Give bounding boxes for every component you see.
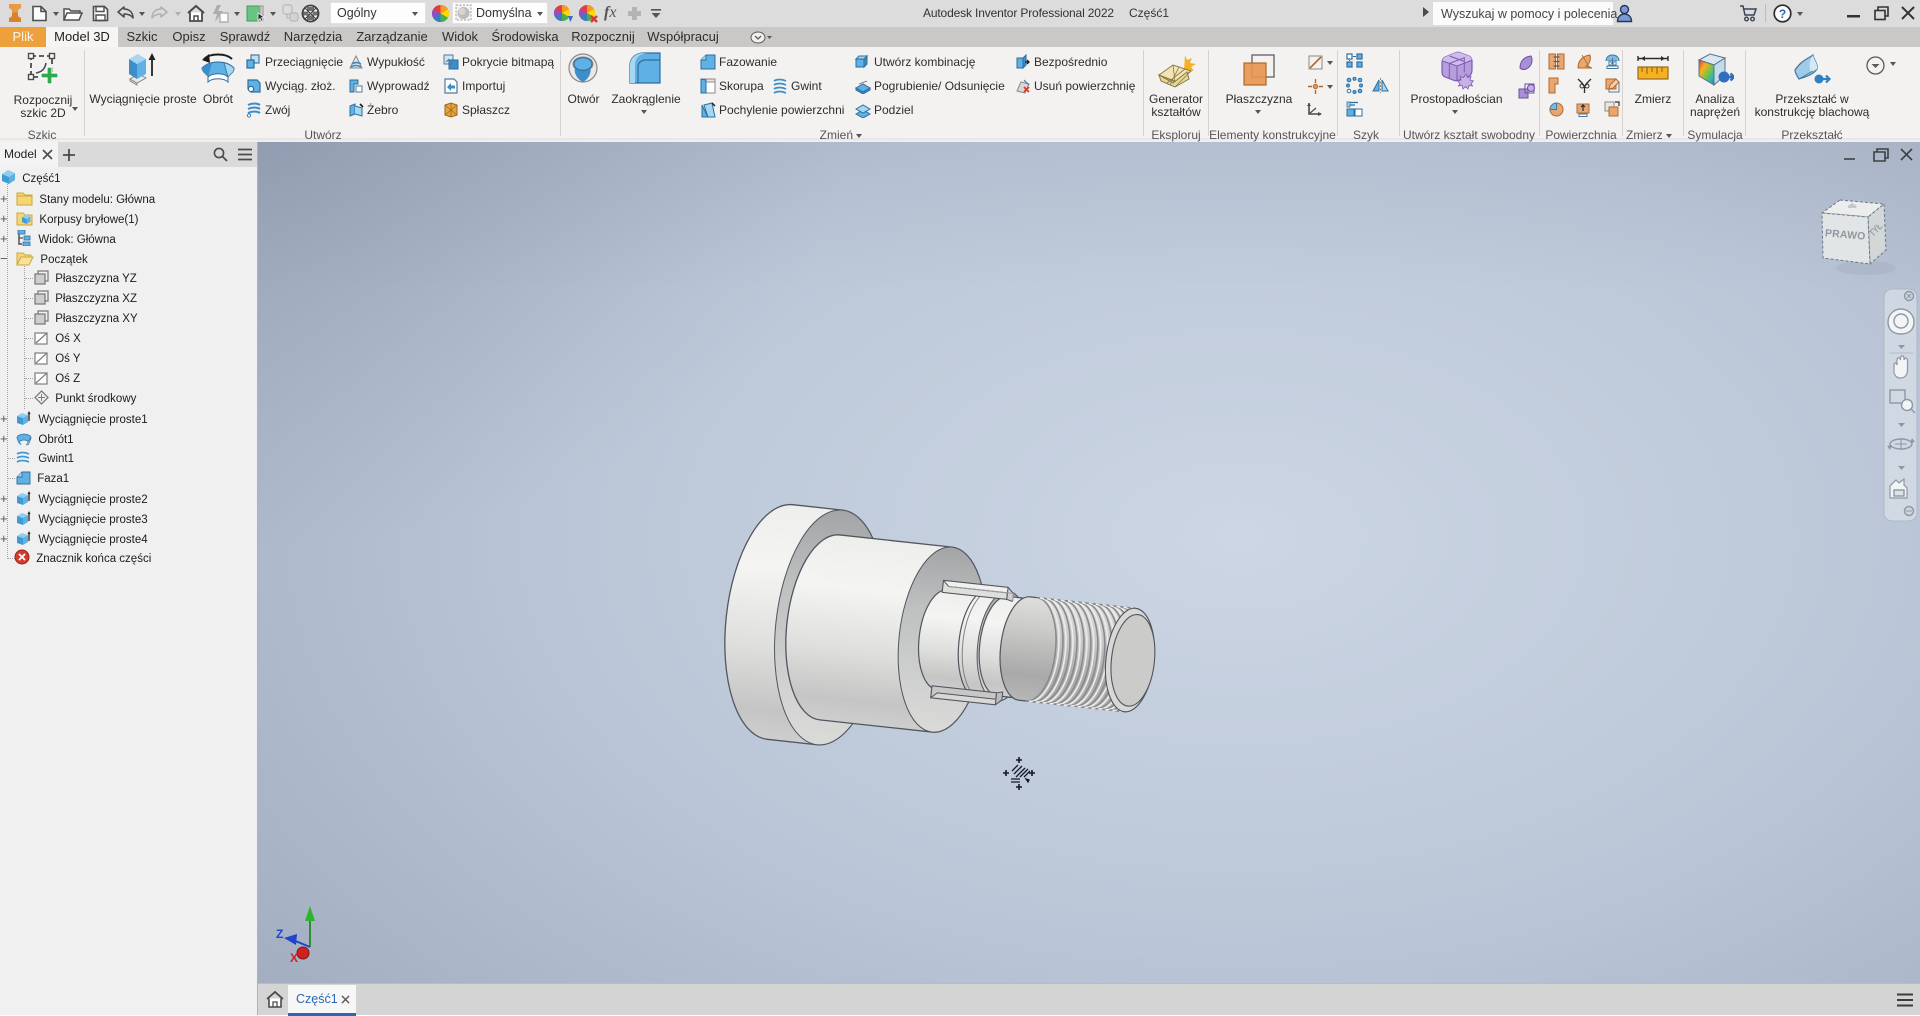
svg-text:?: ?: [1779, 7, 1786, 21]
svg-text:Z: Z: [276, 927, 283, 941]
svg-text:X: X: [290, 951, 298, 965]
